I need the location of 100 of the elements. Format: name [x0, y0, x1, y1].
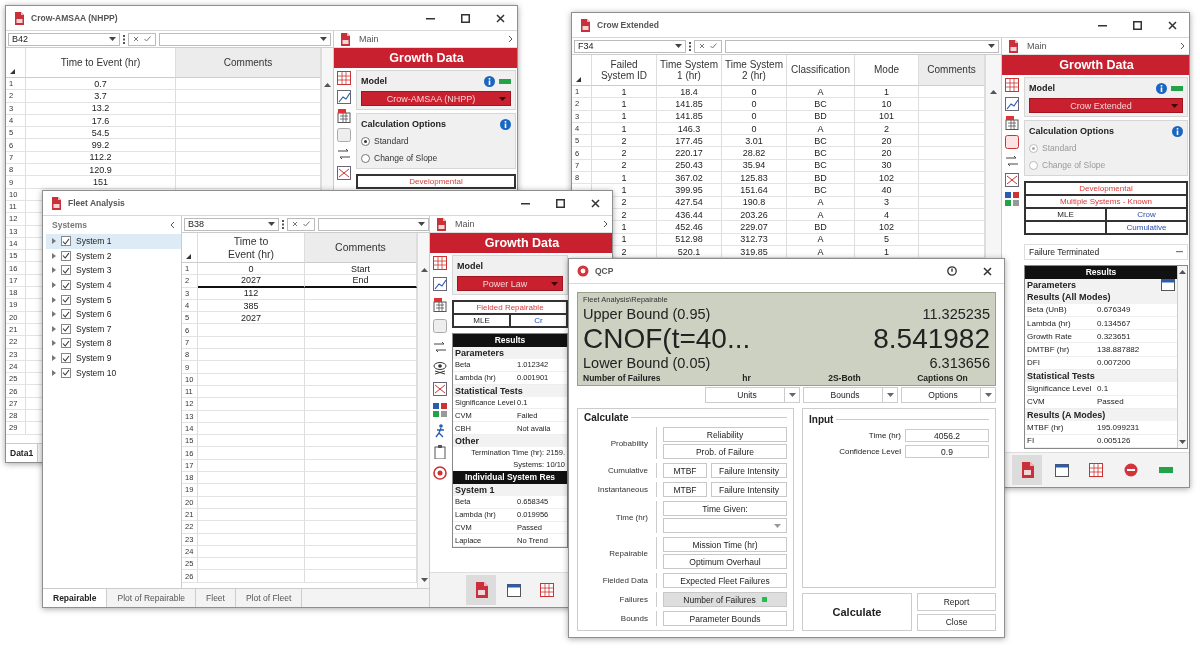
select-all-icon[interactable] — [576, 77, 581, 82]
formula-field[interactable] — [159, 32, 331, 46]
model-dropdown[interactable]: Power Law — [457, 276, 563, 291]
formula-field[interactable] — [318, 217, 429, 231]
calculate-option-button[interactable]: MTBF — [663, 463, 707, 478]
check-icon[interactable] — [144, 36, 151, 42]
calculate-option-button[interactable]: MTBF — [663, 482, 707, 497]
checkbox[interactable] — [61, 309, 71, 320]
system-item[interactable]: System 7 — [46, 321, 181, 337]
arrows-icon[interactable] — [433, 340, 447, 354]
setting-dropdown[interactable]: Options — [901, 387, 996, 403]
expand-icon[interactable] — [52, 340, 56, 347]
select-all-icon[interactable] — [10, 69, 15, 74]
chevron-icon[interactable] — [170, 221, 175, 229]
table-icon[interactable] — [540, 583, 554, 597]
calculate-option-button[interactable]: Mission Time (hr) — [663, 537, 787, 552]
check-icon[interactable] — [710, 43, 717, 49]
maximize-icon[interactable] — [556, 198, 565, 208]
checkbox[interactable] — [61, 294, 71, 305]
arrows-icon[interactable] — [337, 147, 351, 161]
setting-dropdown[interactable]: Units — [705, 387, 800, 403]
scroll-up-icon[interactable] — [324, 83, 331, 87]
plot-icon[interactable] — [433, 382, 447, 396]
file-icon[interactable] — [1020, 462, 1034, 478]
check-icon[interactable] — [303, 221, 310, 227]
radio-button[interactable] — [361, 136, 370, 146]
column-header[interactable]: Time System 2 (hr) — [722, 55, 787, 86]
system-item[interactable]: System 5 — [46, 292, 181, 307]
settings-cell[interactable]: Developmental — [357, 175, 515, 188]
calculator-icon[interactable] — [337, 109, 351, 123]
checkbox[interactable] — [61, 236, 71, 247]
radio-option[interactable]: Change of Slope — [361, 151, 511, 165]
radio-button[interactable] — [361, 153, 370, 163]
calculator-icon[interactable] — [433, 298, 447, 312]
dialog-button[interactable]: Report — [917, 593, 996, 611]
cancel-icon[interactable] — [133, 36, 139, 42]
chevron-icon[interactable] — [508, 35, 513, 43]
calculate-option-button[interactable]: Reliability — [663, 427, 787, 442]
calculate-button[interactable]: Calculate — [802, 593, 912, 631]
chart-icon[interactable] — [1005, 97, 1019, 111]
sheet-tab[interactable]: Plot of Fleet — [235, 589, 303, 607]
system-item[interactable]: System 10 — [46, 365, 181, 380]
info-icon[interactable] — [484, 75, 495, 87]
calculator-icon[interactable] — [1005, 116, 1019, 130]
column-header[interactable]: Comments — [919, 55, 985, 86]
settings-cell[interactable]: Multiple Systems - Known — [1025, 195, 1187, 208]
file-icon[interactable] — [474, 582, 488, 598]
column-header[interactable]: Comments — [176, 48, 321, 78]
eye-icon[interactable] — [433, 361, 447, 375]
grid-icon[interactable] — [1005, 192, 1019, 206]
plot-icon[interactable] — [1005, 173, 1019, 187]
calculate-option-button[interactable]: Number of Failures — [663, 592, 787, 607]
help-icon[interactable] — [947, 266, 957, 276]
scroll-up-icon[interactable] — [990, 90, 997, 94]
input-field[interactable]: 0.9 — [905, 445, 989, 458]
close-icon[interactable] — [983, 266, 992, 276]
status-icon[interactable] — [1158, 467, 1173, 473]
cell-reference-field[interactable]: B42 — [8, 32, 120, 46]
system-item[interactable]: System 1 — [46, 234, 181, 249]
calculate-option-button[interactable]: Prob. of Failure — [663, 444, 787, 459]
calculate-option-button[interactable]: Optimum Overhaul — [663, 554, 787, 569]
system-item[interactable]: System 4 — [46, 277, 181, 293]
plot-icon[interactable] — [337, 166, 351, 180]
setting-dropdown[interactable]: Bounds — [803, 387, 898, 403]
maximize-icon[interactable] — [461, 13, 470, 23]
system-item[interactable]: System 6 — [46, 306, 181, 322]
checkbox[interactable] — [61, 250, 71, 261]
window-icon[interactable] — [1054, 463, 1069, 477]
settings-cell[interactable]: MLE — [453, 314, 510, 327]
settings-cell[interactable]: Developmental — [1025, 182, 1187, 195]
badge-icon[interactable] — [433, 466, 447, 480]
system-item[interactable]: System 2 — [46, 248, 181, 264]
settings-cell[interactable]: Fielded Repairable — [453, 301, 567, 314]
system-item[interactable]: System 9 — [46, 350, 181, 366]
figure-icon[interactable] — [433, 424, 447, 438]
arrows-icon[interactable] — [1005, 154, 1019, 168]
sheet-tab[interactable]: Plot of Repairable — [107, 589, 197, 607]
info-icon[interactable] — [1156, 82, 1167, 94]
maximize-icon[interactable] — [1133, 20, 1142, 30]
window-icon[interactable] — [1161, 279, 1175, 292]
table-icon[interactable] — [433, 256, 447, 270]
chevron-icon[interactable] — [603, 220, 608, 228]
calculate-option-button[interactable]: Expected Fleet Failures — [663, 573, 787, 588]
column-header[interactable]: Classification — [787, 55, 855, 86]
calculate-option-button[interactable]: Failure Intensity — [711, 463, 787, 478]
grid-icon[interactable] — [433, 403, 447, 417]
scroll-down-icon[interactable] — [421, 578, 428, 582]
scroll-up-icon[interactable] — [421, 268, 428, 272]
chevron-icon[interactable] — [1180, 42, 1185, 50]
sheet-tab[interactable]: Repairable — [43, 589, 108, 607]
system-item[interactable]: System 3 — [46, 263, 181, 278]
window-icon[interactable] — [507, 583, 521, 597]
sheet-tab[interactable]: Fleet — [196, 589, 236, 607]
cell-reference-field[interactable]: F34 — [574, 39, 686, 53]
checkbox[interactable] — [61, 265, 71, 276]
clipboard-icon[interactable] — [433, 445, 447, 459]
settings-cell[interactable]: Cr — [510, 314, 567, 327]
model-dropdown[interactable]: Crow Extended — [1029, 98, 1183, 113]
square-icon[interactable] — [1005, 135, 1019, 149]
cancel-icon[interactable] — [699, 43, 705, 49]
